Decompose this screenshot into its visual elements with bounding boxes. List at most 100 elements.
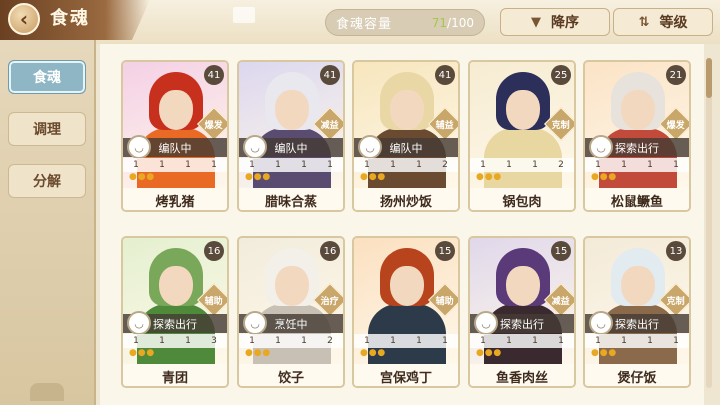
star-icon-row: ● ● ●: [129, 172, 154, 182]
stat-row: 1 1 1 1: [123, 158, 227, 172]
level-badge: 41: [204, 65, 224, 85]
sort-field-button[interactable]: ⇅ 等级: [613, 8, 713, 36]
portrait-face: [506, 266, 540, 306]
star-icon-row: ● ● ●: [129, 348, 154, 358]
status-label: 编队中: [389, 141, 423, 155]
sidebar-item-conditioning[interactable]: 调理: [8, 112, 86, 146]
bowl-icon: ◡: [474, 311, 498, 335]
bowl-icon: ◡: [127, 311, 151, 335]
portrait-face: [621, 90, 655, 130]
food-soul-card[interactable]: 41 减益 编队中 ◡ 1 1 1 1 ● ● ● 腊味合蒸: [237, 60, 345, 212]
role-label: 辅助: [204, 296, 224, 307]
portrait-face: [275, 90, 309, 130]
stat-value: 1: [185, 336, 191, 346]
star-icon-row: ● ● ●: [476, 348, 501, 358]
stat-row: 1 1 1 1: [585, 158, 689, 172]
level-badge: 25: [551, 65, 571, 85]
role-label: 辅助: [435, 296, 455, 307]
status-label: 探索出行: [153, 317, 197, 331]
stat-row: 1 1 1 2: [470, 158, 574, 172]
stat-value: 1: [595, 336, 601, 346]
sidebar-item-soul[interactable]: 食魂: [8, 60, 86, 94]
bowl-icon: ◡: [589, 135, 613, 159]
role-label: 辅益: [435, 120, 455, 131]
bowl-icon: ◡: [243, 135, 267, 159]
page-title: 食魂: [50, 8, 90, 29]
back-button[interactable]: ‹: [8, 3, 40, 35]
stat-value: 1: [133, 160, 139, 170]
stat-value: 1: [275, 336, 281, 346]
level-badge: 15: [435, 241, 455, 261]
food-soul-card[interactable]: 13 克制 探索出行 ◡ 1 1 1 1 ● ● ● 煲仔饭: [583, 236, 691, 388]
food-soul-card[interactable]: 15 减益 探索出行 ◡ 1 1 1 1 ● ● ● 鱼香肉丝: [468, 236, 576, 388]
level-badge: 16: [320, 241, 340, 261]
card-name: 腊味合蒸: [239, 188, 343, 210]
stat-value: 1: [442, 336, 448, 346]
scroll-thumb[interactable]: [706, 58, 712, 98]
card-name: 饺子: [239, 364, 343, 386]
level-badge: 41: [435, 65, 455, 85]
level-badge: 13: [666, 241, 686, 261]
star-icon-row: ● ● ●: [245, 348, 270, 358]
stat-value: 1: [301, 336, 307, 346]
placeholder-marker: [233, 7, 255, 23]
level-badge: 21: [666, 65, 686, 85]
role-label: 减益: [320, 120, 340, 131]
stat-value: 1: [558, 336, 564, 346]
stat-value: 1: [506, 160, 512, 170]
card-name: 煲仔饭: [585, 364, 689, 386]
stat-value: 1: [275, 160, 281, 170]
food-soul-card[interactable]: 16 辅助 探索出行 ◡ 1 1 1 3 ● ● ● 青团: [121, 236, 229, 388]
food-soul-card[interactable]: 21 爆发 探索出行 ◡ 1 1 1 1 ● ● ● 松鼠鳜鱼: [583, 60, 691, 212]
stat-value: 1: [532, 160, 538, 170]
star-icon-row: ● ● ●: [591, 172, 616, 182]
stat-value: 1: [364, 336, 370, 346]
stat-value: 1: [249, 160, 255, 170]
capacity-label: 食魂容量: [336, 17, 393, 32]
stat-row: 1 1 1 3: [123, 334, 227, 348]
stat-row: 1 1 1 1: [354, 334, 458, 348]
stat-value: 1: [185, 160, 191, 170]
stat-value: 1: [327, 160, 333, 170]
status-label: 探索出行: [615, 317, 659, 331]
food-soul-card[interactable]: 25 克制 1 1 1 2 ● ● ● 锅包肉: [468, 60, 576, 212]
capacity-current: 71: [431, 15, 448, 30]
star-icon-row: ● ● ●: [476, 172, 501, 182]
stat-row: 1 1 1 2: [239, 334, 343, 348]
capacity-value: 71/100: [432, 16, 474, 30]
stat-value: 2: [442, 160, 448, 170]
stat-value: 1: [211, 160, 217, 170]
role-label: 爆发: [666, 120, 686, 131]
food-soul-card[interactable]: 41 辅益 编队中 ◡ 1 1 1 2 ● ● ● 扬州炒饭: [352, 60, 460, 212]
capacity-total: /100: [447, 15, 474, 30]
stat-value: 1: [390, 160, 396, 170]
sidebar: 食魂 调理 分解: [0, 40, 96, 405]
stat-value: 1: [159, 160, 165, 170]
card-name: 扬州炒饭: [354, 188, 458, 210]
portrait-face: [506, 90, 540, 130]
sidebar-item-decompose[interactable]: 分解: [8, 164, 86, 198]
portrait-face: [390, 90, 424, 130]
level-badge: 15: [551, 241, 571, 261]
chevron-left-icon: ‹: [19, 7, 29, 31]
card-name: 鱼香肉丝: [470, 364, 574, 386]
portrait-face: [390, 266, 424, 306]
stat-row: 1 1 1 1: [585, 334, 689, 348]
food-soul-card[interactable]: 16 治疗 烹饪中 ◡ 1 1 1 2 ● ● ● 饺子: [237, 236, 345, 388]
bowl-icon: ◡: [589, 311, 613, 335]
card-name: 锅包肉: [470, 188, 574, 210]
sort-order-button[interactable]: ▼ 降序: [500, 8, 610, 36]
star-icon-row: ● ● ●: [360, 172, 385, 182]
stat-value: 1: [506, 336, 512, 346]
grid-scrollbar[interactable]: [706, 58, 712, 388]
role-label: 爆发: [204, 120, 224, 131]
card-name: 青团: [123, 364, 227, 386]
food-soul-card[interactable]: 41 爆发 编队中 ◡ 1 1 1 1 ● ● ● 烤乳猪: [121, 60, 229, 212]
stat-value: 1: [532, 336, 538, 346]
food-soul-card[interactable]: 15 辅助 1 1 1 1 ● ● ● 宫保鸡丁: [352, 236, 460, 388]
card-name: 烤乳猪: [123, 188, 227, 210]
sort-order-label: 降序: [551, 15, 579, 31]
sort-filter-icon: ⇅: [638, 14, 650, 30]
stat-row: 1 1 1 1: [470, 334, 574, 348]
stat-value: 1: [480, 160, 486, 170]
